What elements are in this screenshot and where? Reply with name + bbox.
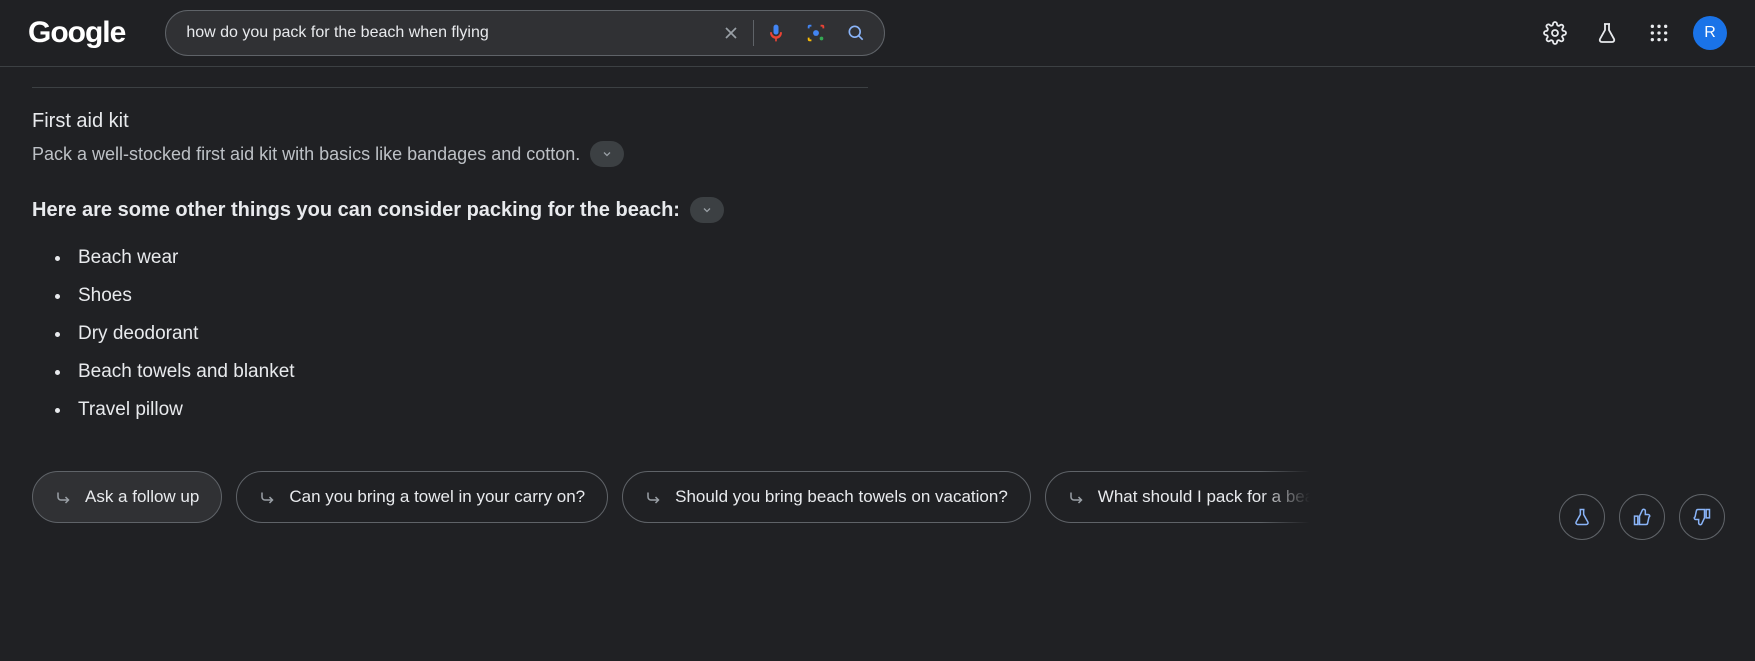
divider <box>32 87 868 88</box>
list-item: Beach towels and blanket <box>72 361 868 383</box>
suggestion-chip[interactable]: What should I pack for a beach vacation <box>1045 471 1320 523</box>
reply-arrow-icon <box>1068 488 1086 506</box>
thumbs-down-button[interactable] <box>1679 494 1725 540</box>
chip-label: What should I pack for a beach vacation <box>1098 487 1320 507</box>
list-item: Dry deodorant <box>72 323 868 345</box>
clear-icon[interactable] <box>711 13 751 53</box>
section-desc: Pack a well-stocked first aid kit with b… <box>32 144 580 165</box>
chip-label: Should you bring beach towels on vacatio… <box>675 487 1008 507</box>
settings-icon[interactable] <box>1535 13 1575 53</box>
search-icon[interactable] <box>836 13 876 53</box>
section-desc-row: Pack a well-stocked first aid kit with b… <box>32 141 868 167</box>
search-input[interactable] <box>186 24 711 42</box>
apps-icon[interactable] <box>1639 13 1679 53</box>
search-divider <box>753 20 754 46</box>
reply-arrow-icon <box>259 488 277 506</box>
reply-arrow-icon <box>55 488 73 506</box>
account-avatar[interactable]: R <box>1693 16 1727 50</box>
voice-search-icon[interactable] <box>756 13 796 53</box>
search-bar[interactable] <box>165 10 885 56</box>
chip-label: Can you bring a towel in your carry on? <box>289 487 585 507</box>
thumbs-up-button[interactable] <box>1619 494 1665 540</box>
labs-feedback-button[interactable] <box>1559 494 1605 540</box>
ask-follow-up-chip[interactable]: Ask a follow up <box>32 471 222 523</box>
list-item: Travel pillow <box>72 399 868 421</box>
reply-arrow-icon <box>645 488 663 506</box>
feedback-buttons <box>1545 494 1725 540</box>
expand-subheading-button[interactable] <box>690 197 724 223</box>
header-bar: Google R <box>0 0 1755 67</box>
expand-section-button[interactable] <box>590 141 624 167</box>
google-logo[interactable]: Google <box>28 16 125 50</box>
followup-chip-row: Ask a follow up Can you bring a towel in… <box>0 471 1320 523</box>
suggestion-chip[interactable]: Should you bring beach towels on vacatio… <box>622 471 1031 523</box>
suggestion-chip[interactable]: Can you bring a towel in your carry on? <box>236 471 608 523</box>
list-item: Shoes <box>72 285 868 307</box>
subheading: Here are some other things you can consi… <box>32 199 680 222</box>
chip-label: Ask a follow up <box>85 487 199 507</box>
list-item: Beach wear <box>72 247 868 269</box>
result-content: First aid kit Pack a well-stocked first … <box>0 67 900 421</box>
packing-list: Beach wear Shoes Dry deodorant Beach tow… <box>32 247 868 421</box>
labs-icon[interactable] <box>1587 13 1627 53</box>
lens-search-icon[interactable] <box>796 13 836 53</box>
section-title: First aid kit <box>32 110 868 133</box>
subheading-row: Here are some other things you can consi… <box>32 197 868 223</box>
